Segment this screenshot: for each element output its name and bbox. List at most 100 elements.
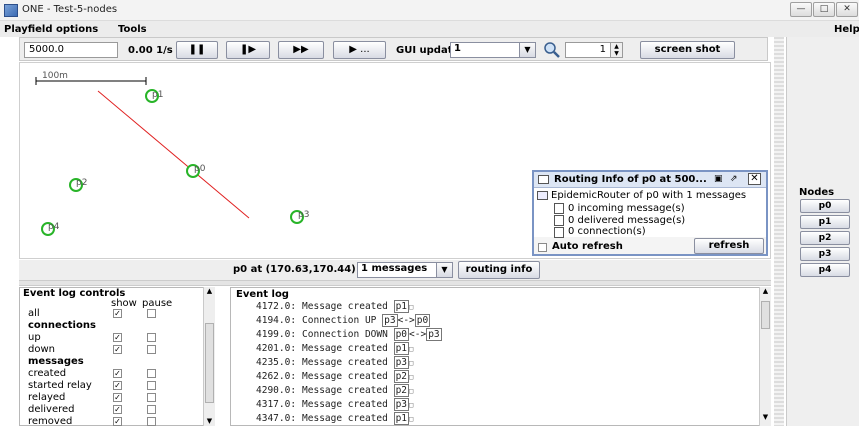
pause-checkbox[interactable] — [147, 333, 156, 342]
close-frame-icon[interactable]: ✕ — [748, 173, 761, 185]
pause-checkbox[interactable] — [147, 393, 156, 402]
auto-refresh-checkbox[interactable] — [538, 243, 547, 252]
log-time: 4201.0: — [256, 343, 297, 354]
event-controls-title: Event log controls — [23, 288, 126, 299]
fast-forward-button[interactable]: ▶▶ — [278, 41, 324, 59]
log-text: Message created — [302, 371, 388, 382]
menu-playfield-options[interactable]: Playfield options — [4, 24, 98, 35]
maximize-icon[interactable]: □ — [813, 2, 835, 17]
controls-row-label: delivered — [28, 404, 75, 415]
log-node-link[interactable]: p3 — [382, 314, 398, 327]
screenshot-button[interactable]: screen shot — [640, 41, 735, 59]
log-node-link[interactable]: p3 — [393, 356, 410, 369]
log-text: Message created — [302, 343, 388, 354]
node-button-p3[interactable]: p3 — [800, 247, 850, 261]
routing-info-titlebar[interactable]: Routing Info of p0 at 500... ▣ ⇗ ✕ — [534, 172, 766, 188]
split-divider[interactable] — [19, 280, 771, 286]
log-time: 4347.0: — [256, 413, 297, 424]
speed-label: 0.00 1/s — [128, 45, 173, 56]
pause-checkbox[interactable] — [147, 405, 156, 414]
split-handle[interactable] — [774, 37, 784, 426]
scroll-down-icon[interactable]: ▼ — [760, 413, 771, 421]
show-checkbox[interactable]: ✓ — [113, 345, 122, 354]
log-node-link[interactable]: p1 — [393, 300, 410, 313]
pause-checkbox[interactable] — [147, 309, 156, 318]
tree-incoming[interactable]: 0 incoming message(s) — [568, 203, 685, 214]
menu-help[interactable]: Help — [834, 24, 859, 35]
message-icon[interactable]: □ — [409, 359, 413, 367]
node-button-p2[interactable]: p2 — [800, 231, 850, 245]
play-until-icon: ▶ — [349, 44, 357, 55]
log-node-link[interactable]: p1 — [393, 342, 410, 355]
pause-checkbox[interactable] — [147, 381, 156, 390]
message-icon[interactable]: □ — [409, 401, 413, 409]
tree-connections[interactable]: 0 connection(s) — [568, 226, 646, 237]
node-button-p1[interactable]: p1 — [800, 215, 850, 229]
show-checkbox[interactable]: ✓ — [113, 417, 122, 426]
pause-checkbox[interactable] — [147, 417, 156, 426]
menu-tools[interactable]: Tools — [118, 24, 147, 35]
event-log-title: Event log — [236, 289, 289, 300]
messages-select[interactable]: 1 messages ▼ — [357, 262, 453, 278]
refresh-button[interactable]: refresh — [694, 238, 764, 254]
step-button[interactable]: ❚▶ — [226, 41, 270, 59]
tree-root[interactable]: EpidemicRouter of p0 with 1 messages — [551, 190, 746, 201]
message-icon[interactable]: □ — [409, 373, 413, 381]
tree-delivered[interactable]: 0 delivered message(s) — [568, 215, 685, 226]
log-node-link[interactable]: p2 — [393, 370, 410, 383]
gui-update-select[interactable]: 1 ▼ — [450, 42, 536, 58]
show-checkbox[interactable]: ✓ — [113, 309, 122, 318]
log-node-link[interactable]: p0 — [414, 314, 431, 327]
log-node-link[interactable]: p3 — [426, 328, 442, 341]
play-until-button[interactable]: ▶ ... — [333, 41, 386, 59]
scroll-thumb[interactable] — [761, 301, 770, 329]
show-checkbox[interactable]: ✓ — [113, 393, 122, 402]
maximize-frame-icon[interactable]: ⇗ — [730, 174, 738, 184]
controls-row-label: down — [28, 344, 55, 355]
log-node-link[interactable]: p1 — [393, 412, 410, 425]
show-checkbox[interactable]: ✓ — [113, 381, 122, 390]
chevron-down-icon: ▼ — [436, 263, 452, 277]
log-line: 4199.0: Connection DOWN p0 <-> p3 — [256, 328, 442, 341]
close-icon[interactable]: ✕ — [836, 2, 858, 17]
log-node-link[interactable]: p3 — [393, 398, 410, 411]
node-p3-label: p3 — [298, 210, 310, 220]
pause-checkbox[interactable] — [147, 369, 156, 378]
show-checkbox[interactable]: ✓ — [113, 369, 122, 378]
spinner-arrows-icon[interactable]: ▲ ▼ — [610, 43, 622, 57]
node-button-p0[interactable]: p0 — [800, 199, 850, 213]
log-time: 4199.0: — [256, 329, 297, 340]
message-icon[interactable]: □ — [409, 387, 413, 395]
iconify-icon[interactable]: ▣ — [714, 174, 723, 184]
minimize-icon[interactable]: — — [790, 2, 812, 17]
scroll-up-icon[interactable]: ▲ — [204, 287, 215, 295]
pause-button[interactable]: ❚❚ — [176, 41, 218, 59]
log-time: 4172.0: — [256, 301, 297, 312]
message-icon[interactable]: □ — [409, 345, 413, 353]
node-button-p4[interactable]: p4 — [800, 263, 850, 277]
message-icon[interactable]: □ — [409, 303, 413, 311]
controls-scrollbar[interactable]: ▲ ▼ — [203, 287, 215, 426]
scroll-up-icon[interactable]: ▲ — [760, 287, 771, 295]
scroll-thumb[interactable] — [205, 323, 214, 403]
log-node-link[interactable]: p2 — [393, 384, 410, 397]
document-icon — [554, 227, 564, 238]
scroll-down-icon[interactable]: ▼ — [204, 417, 215, 425]
log-scrollbar[interactable]: ▲ ▼ — [759, 287, 771, 426]
routing-info-button[interactable]: routing info — [458, 261, 540, 279]
log-line: 4194.0: Connection UP p3 <-> p0 — [256, 314, 431, 327]
show-checkbox[interactable]: ✓ — [113, 333, 122, 342]
messages-select-value: 1 messages — [361, 263, 428, 274]
log-text: Message created — [302, 301, 388, 312]
pause-checkbox[interactable] — [147, 345, 156, 354]
log-node-link[interactable]: p0 — [393, 328, 410, 341]
log-line: 4172.0: Message created p1 □ — [256, 300, 413, 313]
gui-update-value: 1 — [454, 43, 461, 54]
pause-icon: ❚❚ — [188, 44, 206, 55]
show-checkbox[interactable]: ✓ — [113, 405, 122, 414]
message-icon[interactable]: □ — [409, 415, 413, 423]
